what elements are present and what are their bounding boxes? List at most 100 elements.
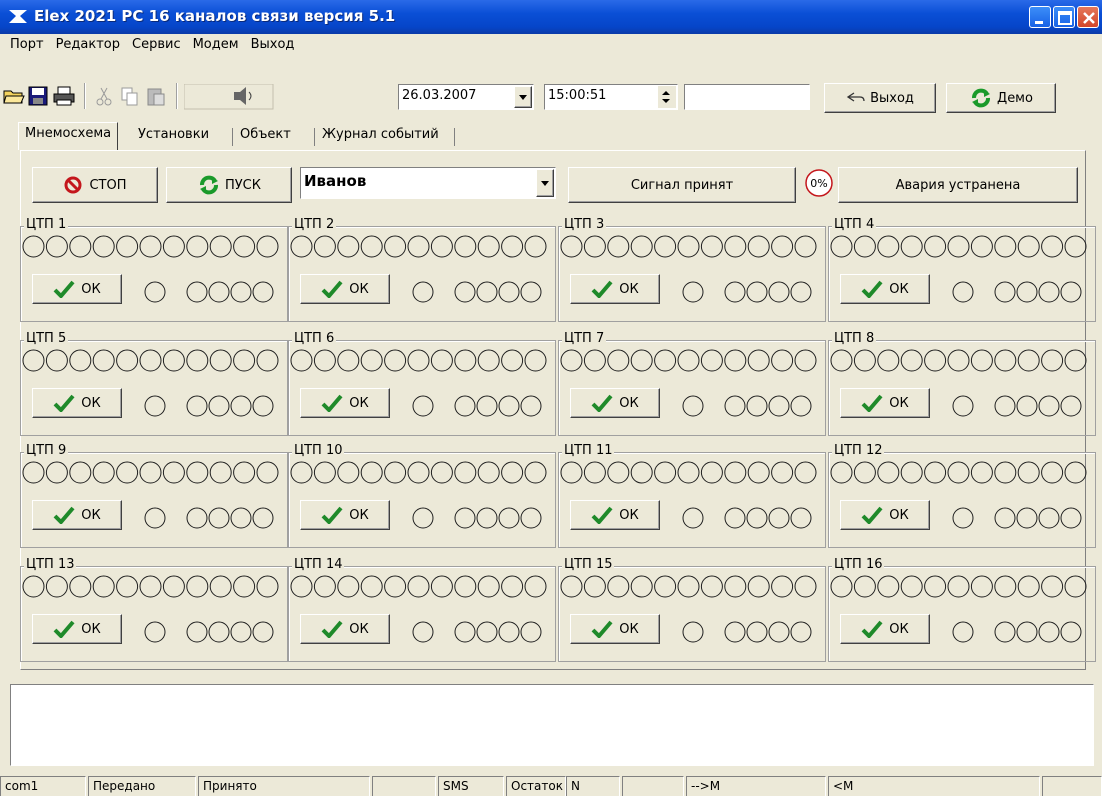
open-folder-icon[interactable] — [2, 84, 26, 108]
channel-name: ЦТП 10 — [292, 443, 345, 458]
operator-combobox[interactable]: Иванов — [300, 167, 556, 199]
channel-name: ЦТП 6 — [292, 331, 337, 346]
channel-ok-label: ОК — [619, 395, 639, 411]
status-led-group — [186, 281, 274, 303]
channel-ok-button[interactable]: ОК — [32, 388, 122, 418]
channel-ok-button[interactable]: ОК — [300, 274, 390, 304]
channel-name: ЦТП 12 — [832, 443, 885, 458]
time-spinbox[interactable]: 15:00:51 — [544, 84, 678, 110]
checkmark-icon — [591, 620, 613, 638]
refresh-icon — [199, 175, 218, 195]
start-button[interactable]: ПУСК — [166, 167, 292, 203]
channel-ok-label: ОК — [619, 507, 639, 523]
status-led-row — [22, 461, 279, 484]
menu-item-0[interactable]: Порт — [4, 36, 50, 54]
channel-ok-button[interactable]: ОК — [300, 614, 390, 644]
checkmark-icon — [591, 506, 613, 524]
channel-name: ЦТП 3 — [562, 217, 607, 232]
time-spin-buttons[interactable] — [658, 86, 676, 108]
sound-button[interactable] — [184, 84, 274, 110]
channel-ok-label: ОК — [81, 621, 101, 637]
status-led-group — [724, 395, 812, 417]
status-cell-5: Остаток — [506, 776, 566, 796]
channel-ok-button[interactable]: ОК — [32, 614, 122, 644]
demo-button[interactable]: Демо — [946, 83, 1056, 113]
save-icon[interactable] — [26, 84, 50, 108]
channel-ok-button[interactable]: ОК — [840, 500, 930, 530]
fault-cleared-button[interactable]: Авария устранена — [838, 167, 1078, 203]
channel-ok-button[interactable]: ОК — [570, 500, 660, 530]
status-led — [682, 507, 704, 529]
channel-ok-button[interactable]: ОК — [300, 388, 390, 418]
status-led-row — [22, 575, 279, 598]
maximize-button[interactable] — [1053, 6, 1075, 28]
date-dropdown-button[interactable] — [514, 86, 532, 108]
channel-name: ЦТП 15 — [562, 557, 615, 572]
tab-mnemoscheme[interactable]: Мнемосхема — [18, 122, 119, 150]
refresh-icon — [972, 88, 991, 108]
menu-item-4[interactable]: Выход — [245, 36, 301, 54]
close-button[interactable] — [1077, 6, 1099, 28]
tab-settings[interactable]: Установки — [132, 124, 215, 148]
maximize-icon — [1058, 11, 1072, 25]
minimize-button[interactable] — [1029, 6, 1051, 28]
print-icon[interactable] — [52, 84, 76, 108]
status-led — [952, 281, 974, 303]
status-led-group — [994, 621, 1082, 643]
close-icon — [1083, 12, 1095, 24]
signal-ack-button[interactable]: Сигнал принят — [568, 167, 796, 203]
tab-object[interactable]: Объект — [234, 124, 297, 148]
channel-group: ЦТП 1 ОК — [20, 218, 288, 322]
status-led-group — [994, 395, 1082, 417]
channel-ok-button[interactable]: ОК — [840, 388, 930, 418]
status-led-row — [560, 575, 817, 598]
channel-ok-button[interactable]: ОК — [570, 274, 660, 304]
status-led — [952, 621, 974, 643]
channel-ok-button[interactable]: ОК — [300, 500, 390, 530]
menu-item-3[interactable]: Модем — [187, 36, 245, 54]
percent-indicator: 0% — [804, 168, 834, 198]
checkmark-icon — [321, 506, 343, 524]
time-value: 15:00:51 — [548, 88, 607, 103]
channel-ok-label: ОК — [349, 281, 369, 297]
date-combobox[interactable]: 26.03.2007 — [398, 84, 534, 110]
status-led-row — [830, 235, 1087, 258]
paste-icon[interactable] — [144, 84, 168, 108]
status-led-row — [290, 349, 547, 372]
channel-ok-button[interactable]: ОК — [840, 614, 930, 644]
log-output[interactable] — [10, 684, 1094, 766]
copy-icon[interactable] — [118, 84, 142, 108]
checkmark-icon — [861, 394, 883, 412]
status-led — [952, 395, 974, 417]
checkmark-icon — [321, 394, 343, 412]
status-bar: com1 Передано Принято SMS Остаток N -->M <M — [0, 774, 1102, 796]
channel-ok-label: ОК — [81, 507, 101, 523]
stop-button[interactable]: СТОП — [32, 167, 158, 203]
cut-icon[interactable] — [92, 84, 116, 108]
channel-ok-label: ОК — [81, 395, 101, 411]
percent-value: 0% — [810, 176, 828, 190]
channel-group: ЦТП 11 ОК — [558, 444, 826, 548]
operator-dropdown-button[interactable] — [536, 169, 554, 197]
channel-group: ЦТП 14 ОК — [288, 558, 556, 662]
channel-ok-label: ОК — [619, 281, 639, 297]
tab-event-log[interactable]: Журнал событий — [316, 124, 445, 148]
status-led-group — [994, 281, 1082, 303]
channel-ok-button[interactable]: ОК — [570, 388, 660, 418]
channel-ok-button[interactable]: ОК — [840, 274, 930, 304]
status-led-row — [830, 349, 1087, 372]
extra-input[interactable] — [684, 84, 810, 110]
status-cell-3 — [372, 776, 436, 796]
title-bar[interactable]: Elex 2021 PC 16 каналов связи версия 5.1 — [0, 0, 1102, 34]
channel-ok-label: ОК — [349, 621, 369, 637]
menu-item-1[interactable]: Редактор — [50, 36, 126, 54]
channel-ok-button[interactable]: ОК — [32, 500, 122, 530]
exit-button[interactable]: Выход — [824, 83, 936, 113]
channel-group: ЦТП 3 ОК — [558, 218, 826, 322]
channel-ok-button[interactable]: ОК — [32, 274, 122, 304]
channel-ok-button[interactable]: ОК — [570, 614, 660, 644]
channel-group: ЦТП 4 ОК — [828, 218, 1096, 322]
menu-item-2[interactable]: Сервис — [126, 36, 187, 54]
status-led-group — [994, 507, 1082, 529]
status-led — [682, 621, 704, 643]
